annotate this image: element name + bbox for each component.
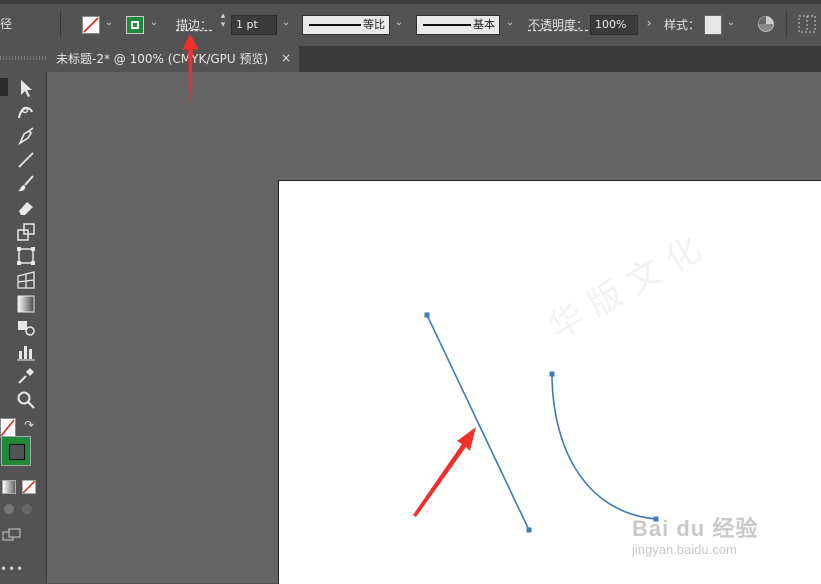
swap-fill-stroke-icon[interactable]: ↷: [24, 418, 34, 432]
gradient-icon[interactable]: [16, 294, 36, 314]
document-tab-title: 未标题-2* @ 100% (CMYK/GPU 预览): [56, 52, 269, 66]
stroke-dropdown-chevron-icon[interactable]: ⌄: [147, 17, 161, 28]
curvature-icon[interactable]: [16, 102, 36, 122]
fill-swatch[interactable]: [82, 16, 100, 34]
baidu-url-text: jingyan.baidu.com: [632, 542, 737, 557]
fill-color-box[interactable]: [0, 418, 16, 438]
stroke-weight-spinner-icon[interactable]: ▴ ▾: [216, 12, 230, 30]
style-label: 样式：: [664, 18, 701, 32]
column-graph-icon[interactable]: [16, 342, 36, 362]
control-bar: 径 ⌄ ⌄ 描边： ▴ ▾ 1 pt ⌄ 等比 ⌄ 基本 ⌄ 不透明度： 100%…: [0, 0, 821, 47]
edit-toolbar-icon[interactable]: •••: [0, 562, 24, 576]
opacity-panel-link[interactable]: 不透明度：: [528, 17, 588, 33]
perspective-grid-icon[interactable]: [16, 270, 36, 290]
eraser-icon[interactable]: [16, 198, 36, 218]
brush-dropdown-icon[interactable]: ⌄: [503, 17, 517, 28]
panel-label-cut: 径: [0, 17, 13, 31]
profile-line-sample: [309, 24, 361, 26]
baidu-jingyan-watermark: Bai du 经验 jingyan.baidu.com: [632, 511, 782, 563]
gradient-mode-icon[interactable]: [2, 480, 16, 494]
stroke-color-box[interactable]: [1, 436, 31, 466]
style-dropdown-icon[interactable]: ⌄: [724, 17, 738, 28]
zoom-icon[interactable]: [16, 390, 36, 410]
align-grid-icon[interactable]: [798, 15, 816, 33]
symbol-sprayer-icon[interactable]: [16, 318, 36, 338]
profile-dropdown-icon[interactable]: ⌄: [392, 17, 406, 28]
background-watermark-glyphs: 华 版 文 化: [542, 229, 708, 348]
width-profile-select[interactable]: 等比: [302, 15, 390, 35]
menu-strip-edge: [0, 0, 821, 4]
stroke-color-hole: [9, 444, 25, 460]
divider: [786, 10, 787, 38]
graphic-style-swatch[interactable]: [704, 15, 722, 35]
document-tab-bar: 未标题-2* @ 100% (CMYK/GPU 预览) ×: [46, 46, 821, 72]
line-segment-icon[interactable]: [16, 150, 36, 170]
stroke-panel-link[interactable]: 描边：: [176, 17, 212, 33]
selection-tool-cut[interactable]: [0, 78, 8, 96]
draw-behind-icon[interactable]: [22, 504, 32, 514]
close-tab-icon[interactable]: ×: [281, 46, 291, 70]
tools-panel: ↷ •••: [0, 46, 47, 583]
brush-line-sample: [423, 24, 471, 26]
stroke-weight-dropdown-icon[interactable]: ⌄: [279, 17, 293, 28]
recolor-artwork-icon[interactable]: [757, 15, 775, 33]
brush-definition-select[interactable]: 基本: [416, 15, 500, 35]
stroke-weight-input[interactable]: 1 pt: [231, 15, 277, 35]
profile-label: 等比: [363, 18, 385, 31]
draw-mode-icon[interactable]: [4, 504, 14, 514]
document-tab[interactable]: 未标题-2* @ 100% (CMYK/GPU 预览) ×: [46, 46, 299, 72]
free-transform-icon[interactable]: [16, 246, 36, 266]
opacity-slider-arrow-icon[interactable]: ›: [642, 16, 656, 30]
fill-dropdown-chevron-icon[interactable]: ⌄: [102, 17, 116, 28]
screen-mode-icon[interactable]: [2, 528, 22, 542]
panel-grip[interactable]: [0, 56, 46, 60]
none-slash-icon: [83, 17, 99, 33]
stroke-swatch-core: [133, 23, 137, 27]
baidu-logo-text: Bai du 经验: [632, 516, 759, 541]
stroke-swatch[interactable]: [126, 16, 144, 34]
eyedropper-icon[interactable]: [16, 366, 36, 386]
scale-icon[interactable]: [16, 222, 36, 242]
pen-icon[interactable]: [16, 126, 36, 146]
opacity-input[interactable]: 100%: [590, 15, 638, 35]
none-mode-icon[interactable]: [22, 480, 36, 494]
divider: [60, 10, 61, 38]
direct-selection-icon[interactable]: [16, 78, 36, 98]
brush-label: 基本: [473, 18, 495, 31]
none-slash-icon: [1, 419, 15, 437]
paintbrush-icon[interactable]: [16, 174, 36, 194]
